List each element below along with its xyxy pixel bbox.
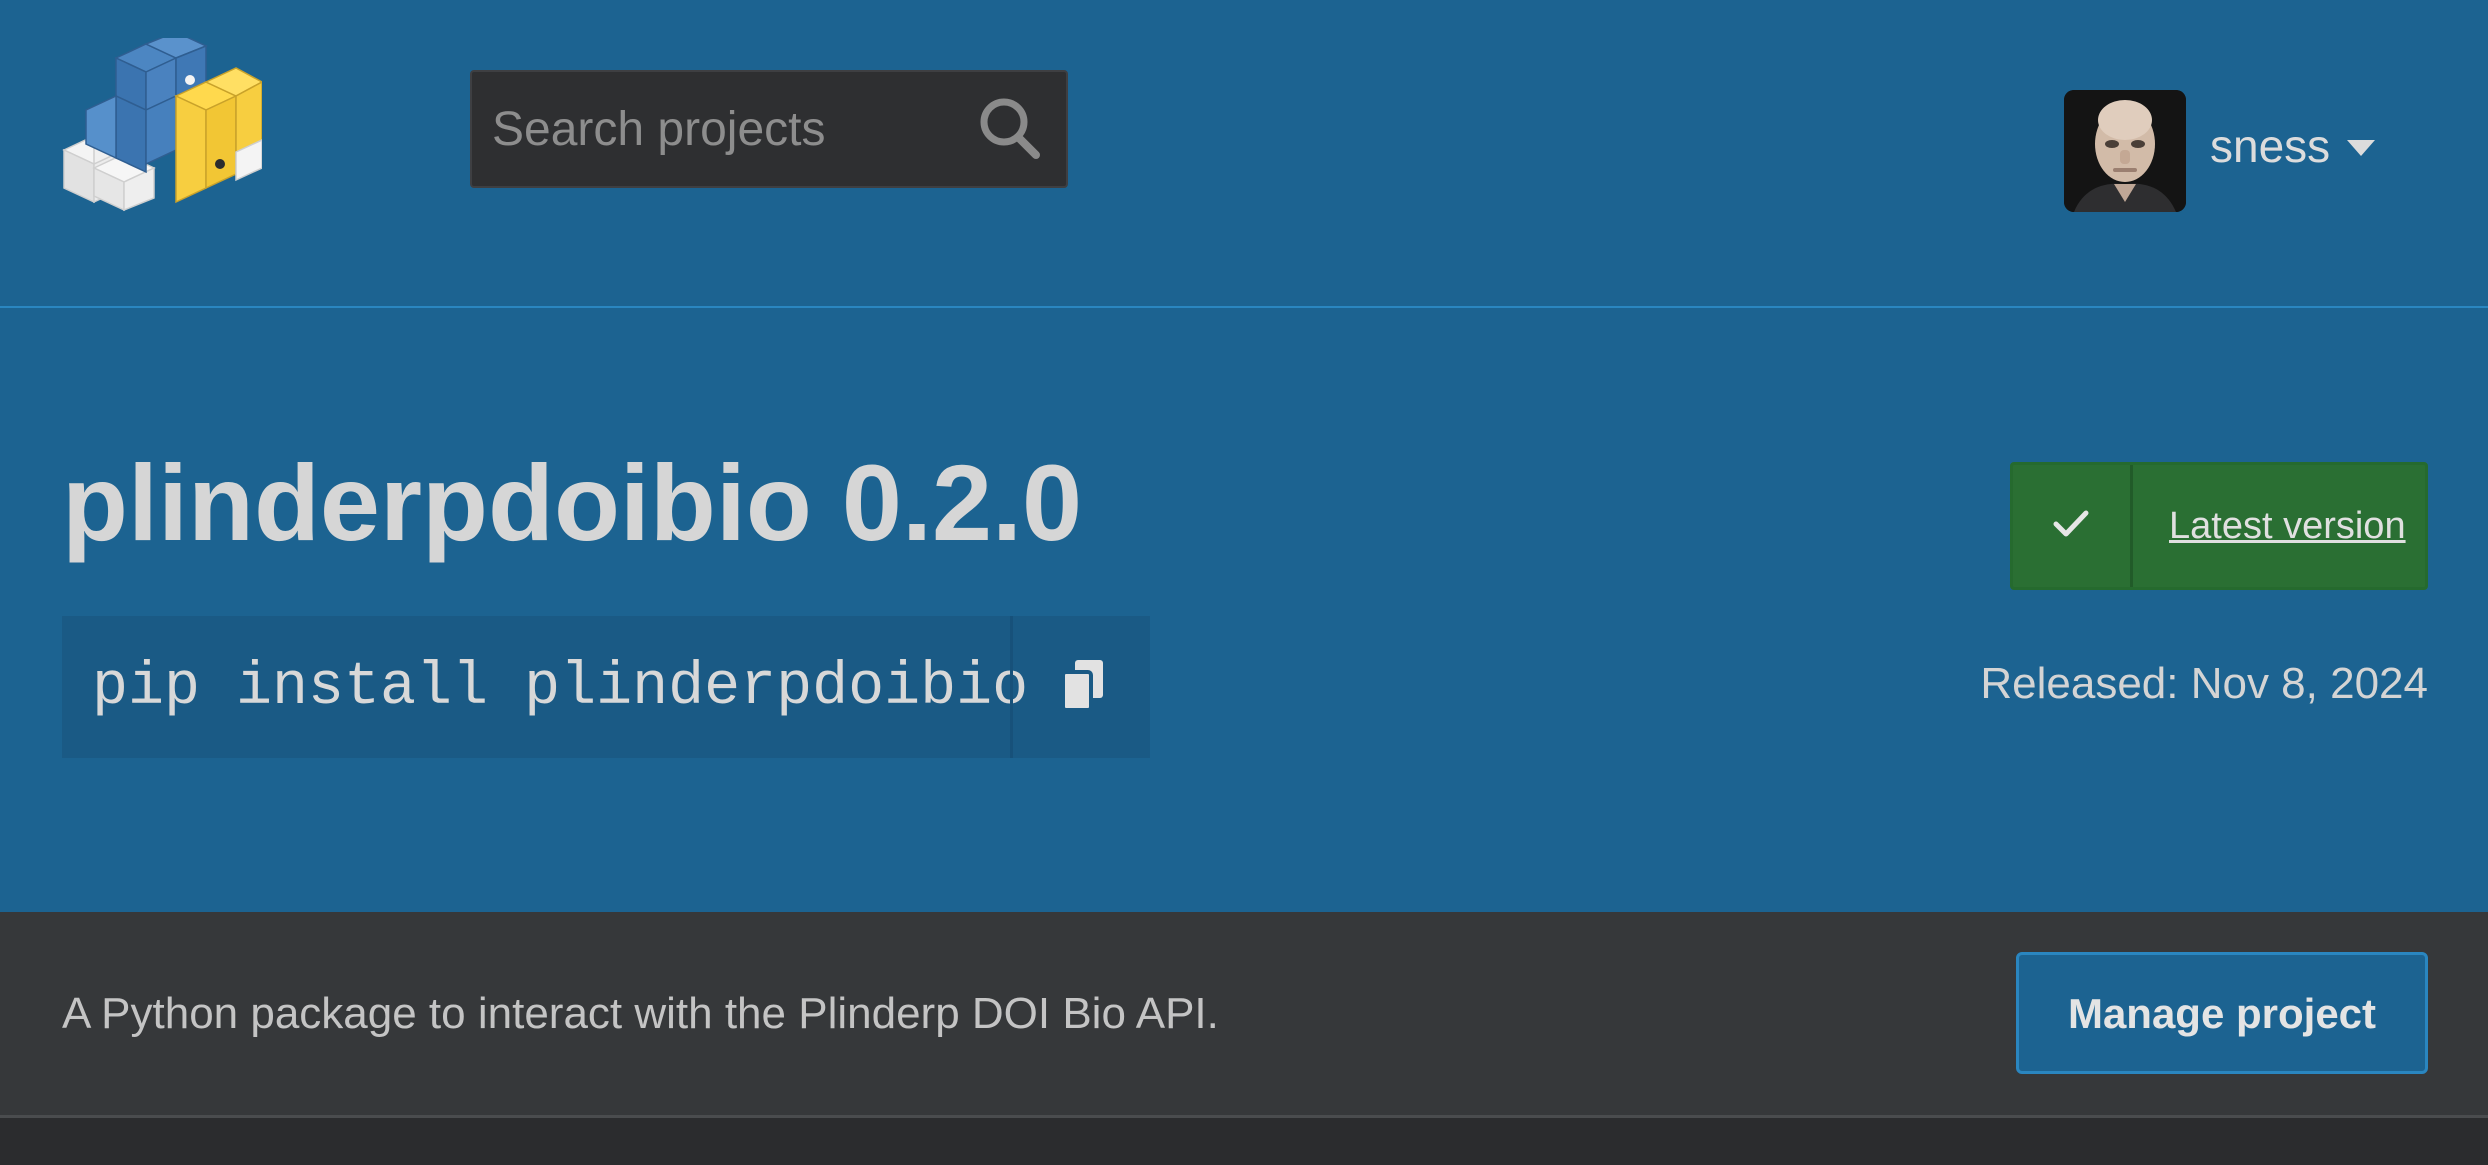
copy-button[interactable] [1010,616,1150,758]
search-input[interactable] [492,86,962,172]
search-icon[interactable] [974,92,1046,166]
search-form [470,70,1068,188]
manage-project-button[interactable]: Manage project [2016,952,2428,1074]
latest-version-badge: Latest version [2010,462,2428,590]
package-summary-bar: A Python package to interact with the Pl… [0,912,2488,1118]
username[interactable]: sness [2210,116,2330,176]
pypi-logo-icon[interactable] [62,31,264,214]
package-header: plinderpdoibio 0.2.0 pip install plinder… [0,308,2488,912]
site-header: sness [0,0,2488,308]
package-description: A Python package to interact with the Pl… [62,989,1219,1038]
page-body [0,1118,2488,1165]
user-avatar[interactable] [2064,90,2186,212]
pip-command: pip install plinderpdoibio [92,654,1029,722]
package-title: plinderpdoibio 0.2.0 [62,442,1083,563]
pip-command-box: pip install plinderpdoibio [62,616,1150,758]
check-icon [2013,465,2133,587]
release-date: Released: Nov 8, 2024 [1980,659,2428,708]
caret-down-icon[interactable] [2344,136,2378,160]
latest-version-link[interactable]: Latest version [2169,501,2406,551]
copy-icon [1061,658,1105,712]
